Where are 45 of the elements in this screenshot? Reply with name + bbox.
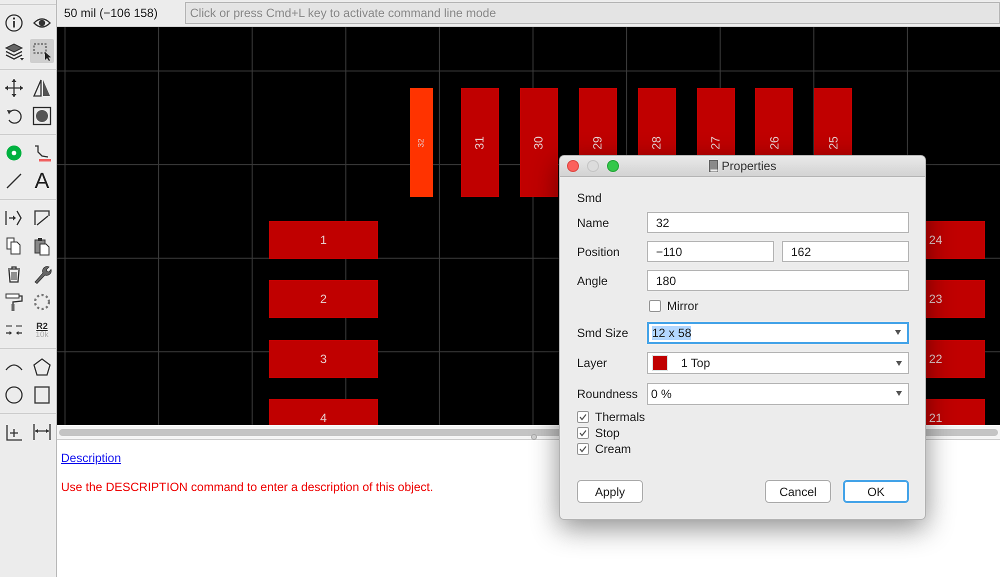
select-icon[interactable] [30,39,54,63]
description-message: Use the DESCRIPTION command to enter a description of this object. [61,479,434,496]
filled-circle-icon[interactable] [30,104,54,128]
value-tool[interactable]: R2 10k [30,318,54,342]
checkbox[interactable] [577,443,589,455]
field-label: Position [577,244,621,260]
coordinate-readout: 50 mil (−106 158) [63,5,159,22]
roundness-dropdown[interactable]: 0 % [647,382,909,404]
checkbox[interactable] [649,300,661,312]
dropdown-arrow-icon [896,360,902,366]
text-tool[interactable]: A [30,169,54,193]
smd-pad[interactable]: 32 [410,88,432,197]
checkbox-label: Thermals [595,409,646,426]
input-field[interactable]: 162 [782,241,909,262]
field-label: Name [577,214,610,232]
smd-pad[interactable]: 3 [269,340,378,378]
close-button[interactable] [567,160,579,172]
command-line-field[interactable]: Click or press Cmd+L key to activate command line mode [185,2,1000,24]
dropdown-arrow-icon [895,330,901,335]
size-dropdown[interactable]: 12 x 58 [647,322,909,344]
smd-pad[interactable]: 1 [269,221,378,259]
description-link[interactable]: Description [61,451,122,465]
input-field[interactable]: 180 [647,270,909,291]
smd-pad[interactable]: 2 [269,280,378,318]
checkbox[interactable] [577,411,589,423]
book-icon [708,160,718,172]
checkbox[interactable] [577,427,589,439]
smd-pad[interactable]: 31 [460,88,499,197]
field-label: Angle [577,272,609,290]
checkbox-label: Stop [595,425,620,442]
layer-dropdown[interactable]: 1 Top [647,352,909,374]
field-label: Roundness [577,386,639,402]
dialog-button[interactable]: Cancel [765,480,831,503]
move-icon[interactable] [2,76,26,100]
smd-pad[interactable]: 4 [269,398,378,425]
dialog-button[interactable]: Apply [577,480,643,503]
field-label: Layer [577,355,608,372]
field-label: Smd Size [577,324,630,342]
input-field[interactable]: −110 [647,241,774,262]
dialog-button[interactable]: OK [843,480,909,503]
smd-pad[interactable]: 30 [520,88,558,197]
dropdown-arrow-icon [896,391,902,396]
checkbox-label: Cream [595,441,632,458]
input-field[interactable]: 32 [647,212,909,233]
checkbox-label: Mirror [667,298,698,315]
